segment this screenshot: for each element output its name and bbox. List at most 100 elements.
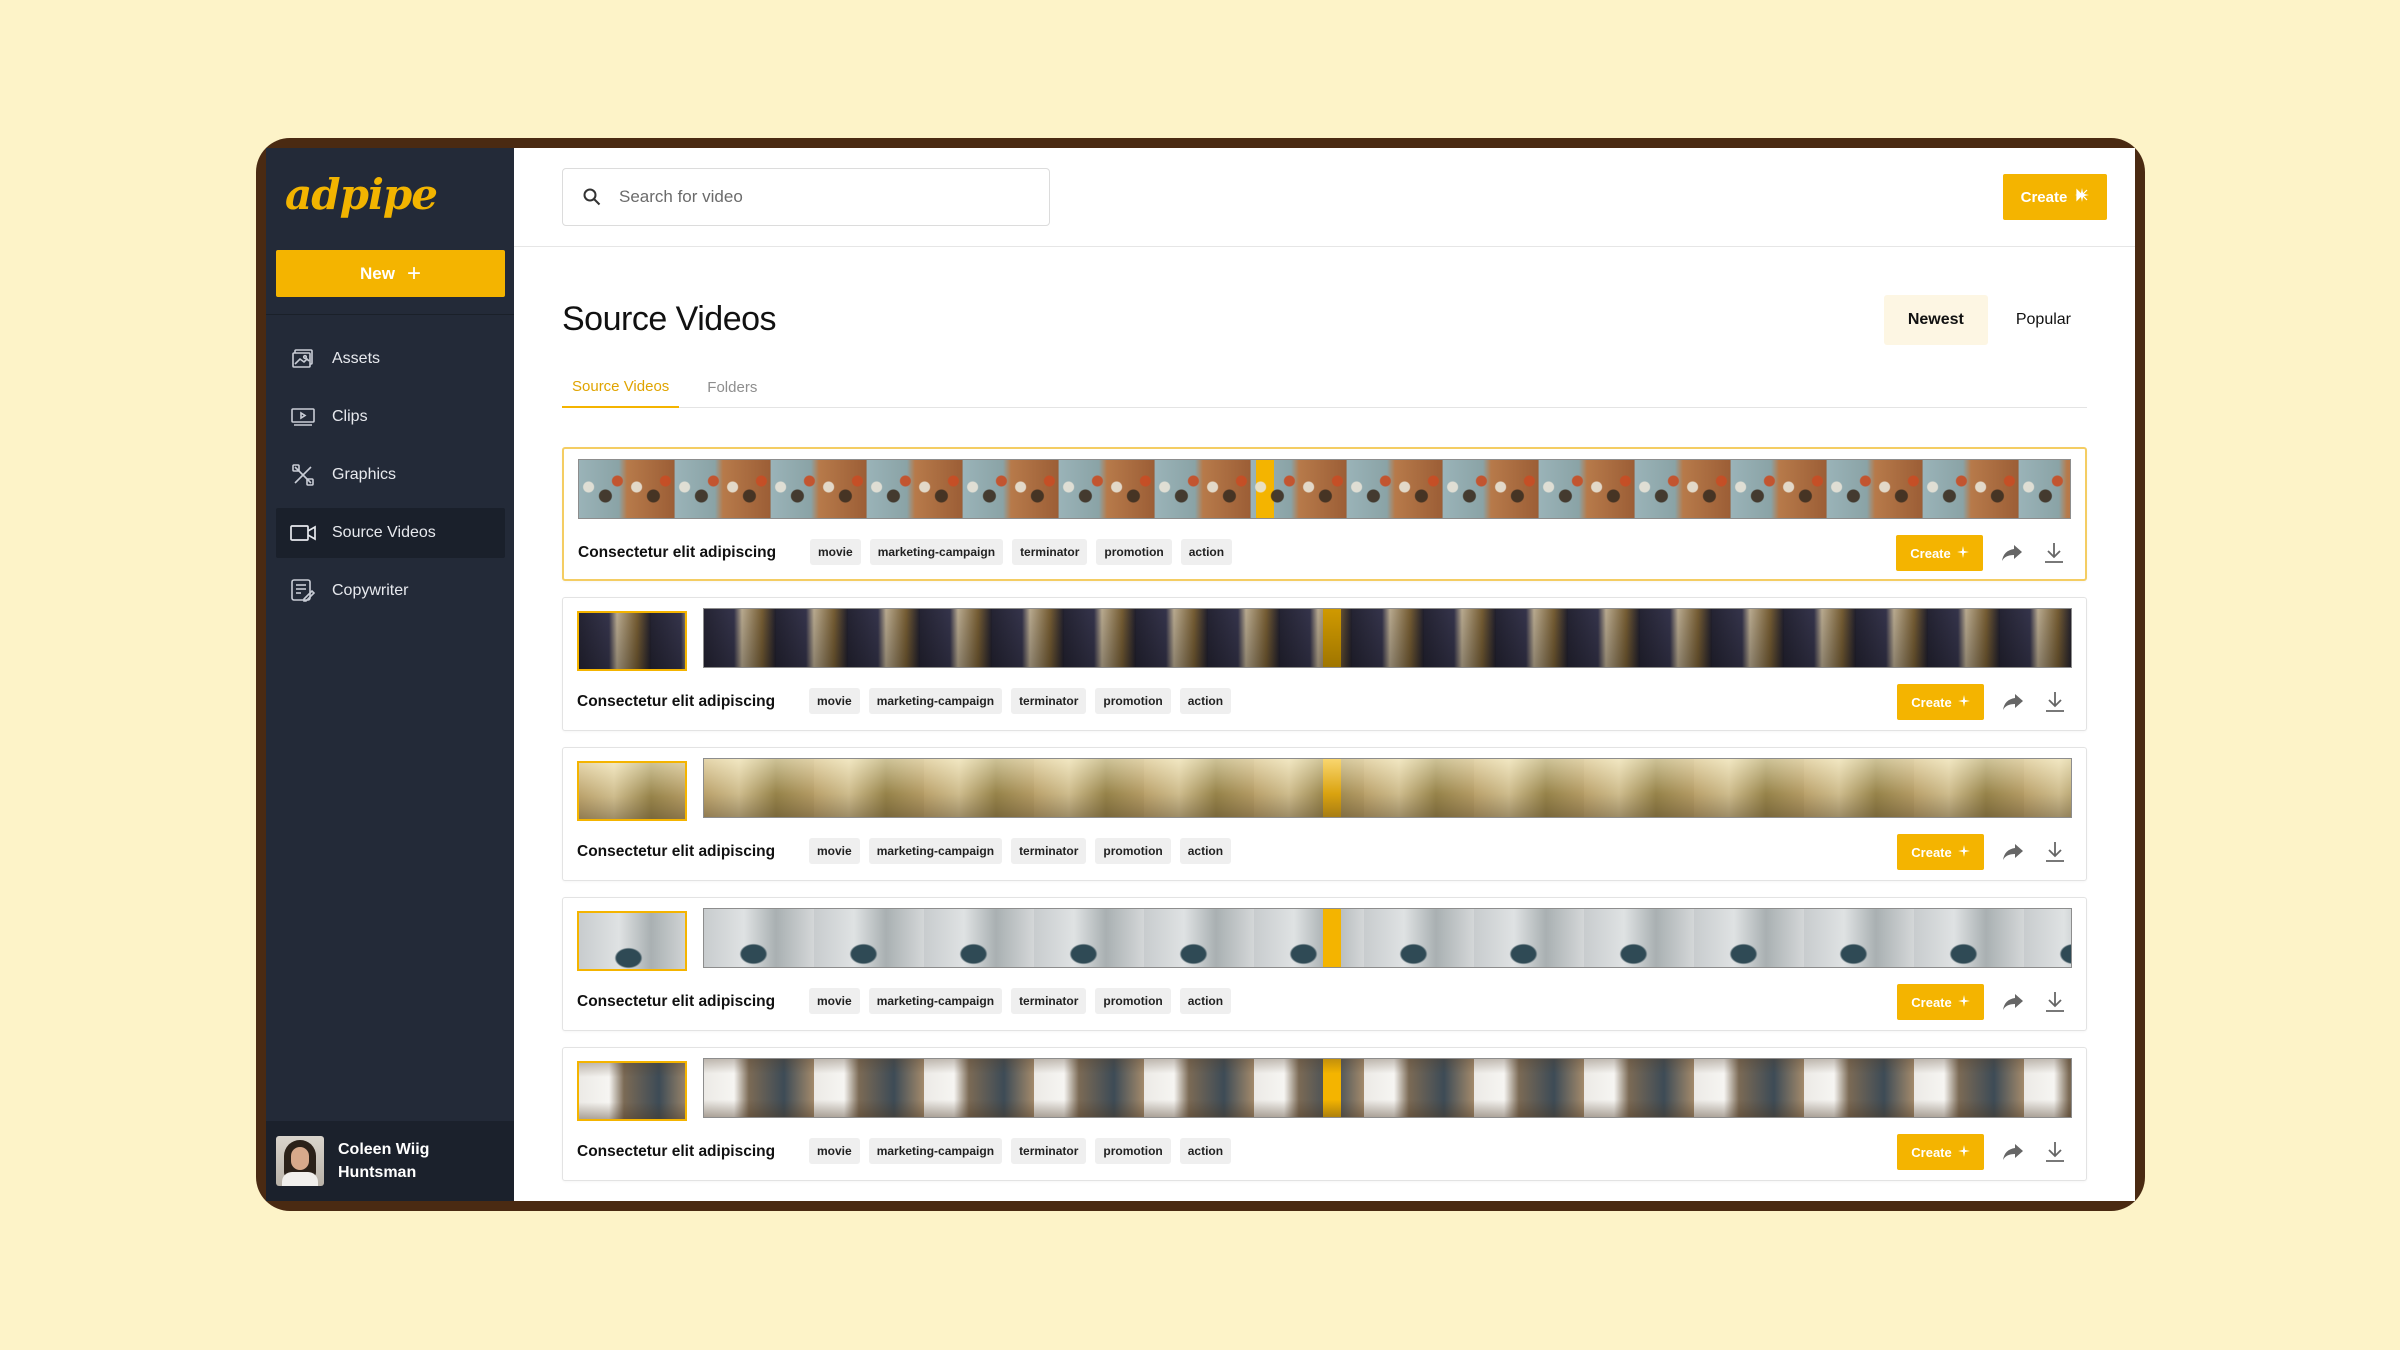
sidebar-item-copywriter[interactable]: Copywriter [276,566,505,616]
video-actions: Create [1897,834,2068,870]
sidebar-item-graphics[interactable]: Graphics [276,450,505,500]
sparkle-icon [2075,188,2090,206]
video-title: Consectetur elit adipiscing [577,1143,776,1160]
sidebar-item-label: Graphics [332,466,397,483]
share-icon[interactable] [2000,689,2026,715]
sparkle-icon [1957,844,1970,860]
create-clip-button[interactable]: Create [1897,834,1984,870]
playhead-handle[interactable] [1323,1059,1341,1117]
share-icon[interactable] [2000,1139,2026,1165]
tag[interactable]: movie [809,688,860,714]
user-name: Coleen Wiig Huntsman [338,1138,429,1184]
video-card[interactable]: Consectetur elit adipiscing movie market… [562,897,2087,1031]
create-clip-button[interactable]: Create [1896,535,1983,571]
tag[interactable]: terminator [1011,988,1087,1014]
user-profile[interactable]: Coleen Wiig Huntsman [266,1121,514,1201]
tag[interactable]: action [1179,688,1232,714]
search-icon [583,188,601,206]
create-clip-label: Create [1911,694,1952,710]
tag[interactable]: terminator [1011,838,1087,864]
tag[interactable]: marketing-campaign [868,688,1003,714]
tag[interactable]: marketing-campaign [868,838,1003,864]
share-icon[interactable] [2000,839,2026,865]
create-clip-button[interactable]: Create [1897,1134,1984,1170]
sparkle-icon [1957,994,1970,1010]
tag[interactable]: movie [810,539,861,565]
graphics-icon [290,464,316,486]
tag[interactable]: promotion [1095,688,1171,714]
search-input[interactable] [619,187,1019,207]
video-actions: Create [1897,684,2068,720]
create-clip-button[interactable]: Create [1897,984,1984,1020]
tag[interactable]: action [1179,1138,1232,1164]
video-actions: Create [1897,1134,2068,1170]
tag[interactable]: promotion [1095,988,1171,1014]
video-filmstrip[interactable] [578,459,2071,519]
video-card[interactable]: Consectetur elit adipiscing movie market… [562,597,2087,731]
video-card[interactable]: Consectetur elit adipiscing movie market… [562,1047,2087,1181]
tag[interactable]: marketing-campaign [868,1138,1003,1164]
tag[interactable]: action [1180,539,1233,565]
tag[interactable]: movie [809,1138,860,1164]
search-box[interactable] [562,168,1050,226]
video-filmstrip[interactable] [703,758,2072,818]
sidebar-item-clips[interactable]: Clips [276,392,505,442]
video-thumbnail[interactable] [577,761,687,821]
create-clip-label: Create [1910,545,1951,561]
page-title: Source Videos [562,300,777,338]
video-filmstrip[interactable] [703,1058,2072,1118]
tag-list: movie marketing-campaign terminator prom… [809,838,1232,864]
share-icon[interactable] [1999,540,2025,566]
download-icon[interactable] [2042,1139,2068,1165]
video-thumbnail[interactable] [577,611,687,671]
tag[interactable]: movie [809,838,860,864]
playhead-handle[interactable] [1323,609,1341,667]
video-card[interactable]: Consectetur elit adipiscing movie market… [562,747,2087,881]
video-card[interactable]: Consectetur elit adipiscing movie market… [562,447,2087,581]
sort-newest-button[interactable]: Newest [1883,295,1988,345]
playhead-handle[interactable] [1323,759,1341,817]
tag[interactable]: promotion [1095,838,1171,864]
tag[interactable]: promotion [1095,1138,1171,1164]
sidebar-item-label: Assets [332,350,381,367]
tag[interactable]: terminator [1011,1138,1087,1164]
user-name-line1: Coleen Wiig [338,1141,430,1158]
create-button[interactable]: Create [2003,174,2107,220]
sparkle-icon [1956,545,1969,561]
playhead-handle[interactable] [1256,460,1274,518]
create-clip-label: Create [1911,994,1952,1010]
download-icon[interactable] [2042,839,2068,865]
top-bar: Create [514,148,2135,247]
video-filmstrip[interactable] [703,908,2072,968]
video-actions: Create [1897,984,2068,1020]
tag-list: movie marketing-campaign terminator prom… [810,539,1233,565]
video-thumbnail[interactable] [577,911,687,971]
user-name-line2: Huntsman [338,1164,417,1181]
playhead-handle[interactable] [1323,909,1341,967]
video-filmstrip[interactable] [703,608,2072,668]
tag[interactable]: action [1179,988,1232,1014]
create-clip-button[interactable]: Create [1897,684,1984,720]
tag[interactable]: promotion [1096,539,1172,565]
tag[interactable]: movie [809,988,860,1014]
sidebar-nav: Assets Clips Graphics Source Videos Copy… [276,334,505,624]
video-thumbnail[interactable] [577,1061,687,1121]
share-icon[interactable] [2000,989,2026,1015]
tag[interactable]: marketing-campaign [869,539,1004,565]
tag[interactable]: marketing-campaign [868,988,1003,1014]
new-button[interactable]: New + [276,250,505,297]
tag[interactable]: action [1179,838,1232,864]
create-button-label: Create [2020,188,2068,206]
tag[interactable]: terminator [1012,539,1088,565]
sort-popular-button[interactable]: Popular [1992,295,2095,345]
tab-folders[interactable]: Folders [697,366,767,408]
video-actions: Create [1896,535,2067,571]
app-logo[interactable]: adpipe [285,170,438,219]
download-icon[interactable] [2041,540,2067,566]
download-icon[interactable] [2042,689,2068,715]
sidebar-item-assets[interactable]: Assets [276,334,505,384]
download-icon[interactable] [2042,989,2068,1015]
sidebar-item-source-videos[interactable]: Source Videos [276,508,505,558]
tag[interactable]: terminator [1011,688,1087,714]
tab-source-videos[interactable]: Source Videos [562,366,680,408]
